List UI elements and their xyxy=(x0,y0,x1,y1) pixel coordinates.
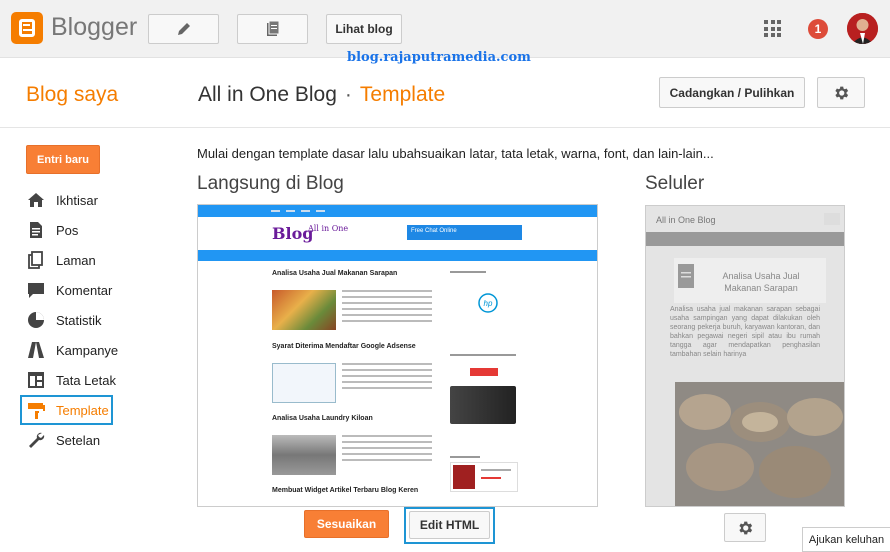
highlight-box xyxy=(20,395,113,425)
send-feedback-button[interactable]: Ajukan keluhan xyxy=(802,527,890,552)
sidebar-item-overview[interactable]: Ikhtisar xyxy=(20,185,170,215)
sidebar-item-campaigns[interactable]: Kampanye xyxy=(20,335,170,365)
mobile-template-preview[interactable]: All in One Blog Analisa Usaha Jual Makan… xyxy=(645,205,845,507)
campaigns-icon xyxy=(26,340,46,360)
edit-html-button[interactable]: Edit HTML xyxy=(409,511,490,539)
sidebar-item-label: Pos xyxy=(56,222,79,238)
pages-icon xyxy=(26,250,46,270)
preview-post-title: Membuat Widget Artikel Terbaru Blog Kere… xyxy=(272,487,419,494)
template-settings-button[interactable] xyxy=(817,77,865,108)
notification-badge[interactable]: 1 xyxy=(808,19,828,39)
mobile-post-title: Analisa Usaha Jual Makanan Sarapan xyxy=(722,271,800,293)
sidebar-item-posts[interactable]: Pos xyxy=(20,215,170,245)
preview-post-title: Syarat Diterima Mendaftar Google Adsense xyxy=(272,343,416,350)
comments-icon xyxy=(26,280,46,300)
preview-header: Blog All in One Free Chat Online xyxy=(198,217,597,249)
customize-button[interactable]: Sesuaikan xyxy=(304,510,389,538)
mobile-header-bar xyxy=(646,232,844,246)
backup-restore-button[interactable]: Cadangkan / Pulihkan xyxy=(659,77,805,108)
home-icon xyxy=(26,190,46,210)
pencil-icon xyxy=(177,23,190,35)
new-post-button[interactable]: Entri baru xyxy=(26,145,100,174)
mobile-settings-button[interactable] xyxy=(724,513,766,542)
avatar[interactable] xyxy=(847,13,878,44)
preview-sidebar: hp xyxy=(450,271,530,492)
posts-icon xyxy=(26,220,46,240)
preview-post: Analisa Usaha Jual Makanan Sarapan xyxy=(272,270,432,330)
gear-icon xyxy=(739,521,753,534)
sidebar-item-label: Tata Letak xyxy=(56,372,116,388)
layout-icon xyxy=(26,370,46,390)
watermark-text: blog.rajaputramedia.com xyxy=(347,50,531,65)
preview-post-image xyxy=(272,363,336,403)
date-badge-icon xyxy=(678,264,694,288)
mobile-search-icon xyxy=(824,213,840,225)
sidebar-item-template[interactable]: Template xyxy=(20,395,170,425)
header-divider xyxy=(0,127,890,128)
preview-nav-bar xyxy=(198,250,597,261)
sidebar-item-label: Komentar xyxy=(56,282,113,298)
template-description: Mulai dengan template dasar lalu ubahsua… xyxy=(197,146,714,161)
mobile-post-excerpt: Analisa usaha jual makanan sarapan sebag… xyxy=(670,306,820,358)
blog-name[interactable]: All in One Blog xyxy=(198,83,337,106)
page-title: Template xyxy=(359,83,446,106)
sidebar-item-label: Kampanye xyxy=(56,342,119,358)
mobile-heading: Seluler xyxy=(645,173,705,194)
svg-text:hp: hp xyxy=(484,299,493,308)
gear-icon xyxy=(835,86,849,99)
preview-logo-sub: All in One xyxy=(308,224,349,233)
preview-post-image xyxy=(272,435,336,475)
preview-ad-text: Free Chat Online xyxy=(411,228,457,234)
mobile-blog-title: All in One Blog xyxy=(656,215,716,225)
stats-icon xyxy=(26,310,46,330)
documents-icon xyxy=(266,20,279,36)
preview-post-image xyxy=(272,290,336,330)
my-blogs-link[interactable]: Blog saya xyxy=(26,83,118,107)
wrench-icon xyxy=(26,430,46,450)
breadcrumb-separator: · xyxy=(344,83,352,106)
preview-post: Analisa Usaha Laundry Kiloan xyxy=(272,415,432,475)
preview-post: Syarat Diterima Mendaftar Google Adsense xyxy=(272,343,432,403)
preview-post: Membuat Widget Artikel Terbaru Blog Kere… xyxy=(272,487,432,494)
preview-post-title: Analisa Usaha Laundry Kiloan xyxy=(272,415,373,422)
preview-post-title: Analisa Usaha Jual Makanan Sarapan xyxy=(272,270,398,277)
apps-grid-icon[interactable] xyxy=(764,20,781,37)
sidebar-nav: Ikhtisar Pos Laman Komentar Statistik Ka… xyxy=(20,185,170,455)
new-post-toolbar-button[interactable] xyxy=(148,14,219,44)
sidebar-item-stats[interactable]: Statistik xyxy=(20,305,170,335)
blogger-logo-icon[interactable] xyxy=(11,12,43,44)
preview-ad-banner: Free Chat Online xyxy=(407,225,522,240)
sidebar-item-label: Statistik xyxy=(56,312,102,328)
live-on-blog-heading: Langsung di Blog xyxy=(197,173,344,194)
sidebar-item-layout[interactable]: Tata Letak xyxy=(20,365,170,395)
posts-list-toolbar-button[interactable] xyxy=(237,14,308,44)
hp-logo-icon: hp xyxy=(478,293,498,313)
sidebar-item-settings[interactable]: Setelan xyxy=(20,425,170,455)
sidebar-item-label: Laman xyxy=(56,252,96,268)
breadcrumb: All in One Blog · Template xyxy=(198,83,445,107)
view-blog-button[interactable]: Lihat blog xyxy=(326,14,402,44)
sidebar-item-label: Setelan xyxy=(56,432,101,448)
sidebar-item-comments[interactable]: Komentar xyxy=(20,275,170,305)
brand-name[interactable]: Blogger xyxy=(51,13,137,42)
desktop-template-preview[interactable]: Blog All in One Free Chat Online Analisa… xyxy=(197,204,598,507)
sidebar-item-label: Ikhtisar xyxy=(56,192,98,208)
preview-top-menu xyxy=(198,205,597,217)
sidebar-item-pages[interactable]: Laman xyxy=(20,245,170,275)
mobile-post-image xyxy=(675,382,844,506)
